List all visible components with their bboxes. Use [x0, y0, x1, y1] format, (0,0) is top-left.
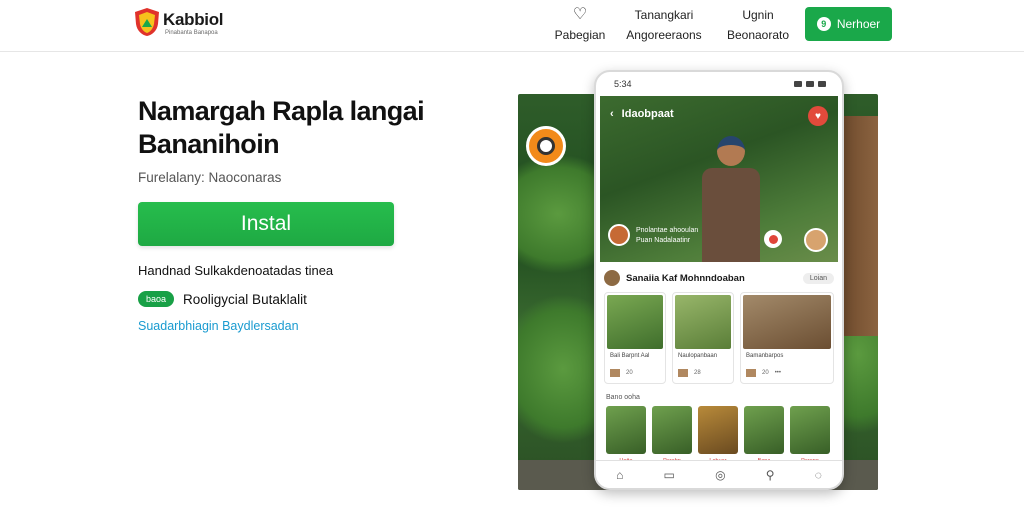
camera-icon[interactable]: ◎	[715, 468, 725, 482]
avatar	[604, 270, 620, 286]
story-item[interactable]: Bana	[744, 406, 784, 464]
streamer-avatar[interactable]	[608, 224, 630, 246]
video-person	[700, 136, 762, 262]
hero-subtitle: Furelalany: Naoconaras	[138, 170, 282, 185]
profile-icon[interactable]: ◌	[815, 468, 822, 482]
phone-mockup: 5:34 ‹ Idaobpaat ♥ Pnolantae ahooulan Pu…	[594, 70, 844, 490]
viewer-avatar[interactable]	[804, 228, 828, 252]
nav-label: Beonaorato	[726, 28, 790, 42]
more-info-link[interactable]: Suadarbhiagin Baydlersadan	[138, 319, 299, 333]
brand-tagline: Pinabanta Banapoa	[165, 30, 218, 36]
story-item[interactable]: Hotta	[606, 406, 646, 464]
thumbnail-icon	[678, 369, 688, 377]
card-meta: Bamanbarpos	[746, 353, 784, 359]
feature-line: Handnad Sulkakdenoatadas tinea	[138, 263, 334, 278]
stories-label: Bano ooha	[606, 394, 640, 401]
story-item[interactable]: Lobuar	[698, 406, 738, 464]
badge-text: Rooligycial Butaklalit	[183, 291, 307, 307]
video-header: ‹ Idaobpaat	[610, 108, 674, 120]
story-list: Hotta Parabn Lobuar Bana Pareno	[606, 406, 838, 464]
nav-item-about[interactable]: Ugnin Beonaorato	[720, 6, 796, 42]
search-icon[interactable]: ⚲	[766, 468, 775, 482]
video-caption: Pnolantae ahooulan Puan Nadalaatinr	[636, 226, 698, 246]
signal-wifi-battery-icon	[794, 81, 826, 87]
section-title: Sanaiia Kaf Mohnndoaban	[626, 272, 745, 284]
card-count: 20	[762, 370, 769, 376]
nav-item-categories[interactable]: Tanangkari Angoreeraons	[622, 6, 706, 42]
nav-top-label: Ugnin	[742, 8, 774, 22]
user-avatar-icon[interactable]	[526, 126, 566, 166]
record-icon[interactable]	[764, 230, 782, 248]
brand[interactable]: Kabbiol Pinabanta Banapoa	[133, 7, 263, 43]
heart-icon: ♡	[572, 6, 588, 23]
brand-shield-logo-icon	[135, 8, 159, 36]
card-thumbnail	[743, 295, 831, 349]
see-all-pill[interactable]: Loian	[802, 272, 834, 284]
header-cta-label: Nerhoer	[836, 17, 881, 31]
thumbnail-icon	[746, 369, 756, 377]
video-caption-line: Pnolantae ahooulan	[636, 227, 699, 234]
library-icon[interactable]: ▭	[664, 468, 675, 482]
card-thumbnail	[675, 295, 731, 349]
section-header: Sanaiia Kaf Mohnndoaban Loian	[604, 268, 834, 288]
heart-icon[interactable]: ♥	[808, 106, 828, 126]
top-navigation-bar: Kabbiol Pinabanta Banapoa ♡ Pabegian Tan…	[0, 0, 1024, 52]
video-card[interactable]: Bamanbarpos 20 •••	[740, 292, 834, 384]
video-caption-line: Puan Nadalaatinr	[636, 237, 691, 244]
card-count: 20	[626, 370, 633, 376]
card-footer: 28	[678, 369, 701, 377]
wooden-hut	[840, 116, 878, 336]
video-title: Idaobpaat	[621, 108, 674, 120]
video-player[interactable]: ‹ Idaobpaat ♥ Pnolantae ahooulan Puan Na…	[600, 96, 838, 262]
back-arrow-icon[interactable]: ‹	[610, 108, 614, 120]
card-meta: Naulopanbaan	[678, 353, 718, 359]
video-card-list: Bali Barpnt Aal 20 Naulopanbaan 28 Baman…	[604, 292, 836, 384]
phone-tab-bar: ⌂ ▭ ◎ ⚲ ◌	[596, 460, 842, 488]
card-footer: 20	[610, 369, 633, 377]
video-card[interactable]: Bali Barpnt Aal 20	[604, 292, 666, 384]
rating-row: baoa Rooligycial Butaklalit	[138, 291, 307, 307]
story-item[interactable]: Pareno	[790, 406, 830, 464]
status-time: 5:34	[614, 79, 632, 89]
nav-item-favorites[interactable]: ♡ Pabegian	[545, 6, 615, 42]
story-item[interactable]: Parabn	[652, 406, 692, 464]
card-thumbnail	[607, 295, 663, 349]
phone-status-bar: 5:34	[596, 72, 842, 96]
badge-icon: 9	[816, 17, 831, 31]
card-footer: 20 •••	[746, 369, 781, 377]
thumbnail-icon	[610, 369, 620, 377]
card-count: 28	[694, 370, 701, 376]
card-meta: Bali Barpnt Aal	[610, 353, 650, 359]
nav-top-label: Tanangkari	[634, 8, 694, 22]
status-badge: baoa	[138, 291, 175, 307]
header-cta-button[interactable]: 9 Nerhoer	[805, 7, 892, 41]
video-card[interactable]: Naulopanbaan 28	[672, 292, 734, 384]
nav-label: Angoreeraons	[626, 28, 702, 42]
more-icon[interactable]: •••	[775, 370, 781, 376]
hero-title: Namargah Rapla langai Bananihoin	[138, 96, 425, 159]
install-button[interactable]: Instal	[138, 202, 394, 246]
home-icon[interactable]: ⌂	[616, 468, 623, 482]
brand-name: Kabbiol	[163, 10, 224, 29]
nav-label: Pabegian	[554, 28, 606, 42]
